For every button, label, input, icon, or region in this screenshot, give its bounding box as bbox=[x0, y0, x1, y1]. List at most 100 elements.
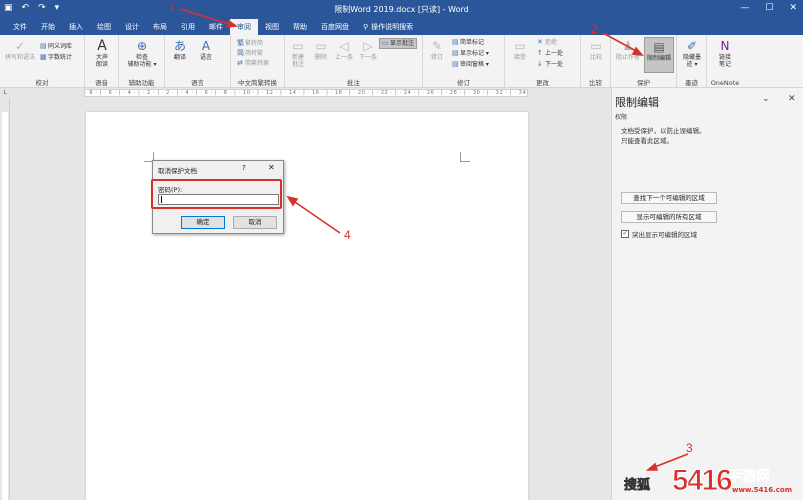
language-button[interactable]: A 语言 bbox=[195, 39, 217, 61]
highlight-regions-checkbox[interactable]: ✓ 突出显示可编辑的区域 bbox=[621, 229, 697, 239]
tab-layout[interactable]: 布局 bbox=[146, 19, 174, 35]
group-label: 更改 bbox=[536, 79, 549, 87]
restrict-editing-icon: ▤ bbox=[653, 40, 665, 54]
close-icon[interactable]: ✕ bbox=[789, 3, 797, 13]
group-chinese-conversion: 繁繁转简 简简转繁 ⇄ 简繁转换 中文简繁转换 bbox=[231, 35, 285, 88]
show-comments-button[interactable]: ▭显示批注 bbox=[379, 38, 418, 49]
tab-selector[interactable]: L bbox=[0, 88, 10, 98]
margin-marker bbox=[460, 152, 470, 162]
show-all-regions-button[interactable]: 显示可编辑的所有区域 bbox=[621, 211, 717, 223]
wordcount-button[interactable]: ▦字数统计 bbox=[40, 53, 72, 62]
tab-references[interactable]: 引用 bbox=[174, 19, 202, 35]
tell-me-search[interactable]: ⚲ 操作说明搜索 bbox=[356, 19, 420, 35]
group-label: 修订 bbox=[457, 79, 470, 87]
group-label: 语音 bbox=[95, 79, 108, 87]
accessibility-check-icon: ⊕ bbox=[136, 39, 148, 53]
linked-notes-button[interactable]: N 链接 笔记 bbox=[712, 39, 738, 68]
pane-title: 限制编辑 bbox=[615, 96, 659, 109]
minimize-icon[interactable]: — bbox=[740, 3, 749, 13]
ribbon-tabs: 文件 开始 插入 绘图 设计 布局 引用 邮件 审阅 视图 帮助 百度网盘 ⚲ 操… bbox=[0, 19, 803, 35]
protection-description: 文档受保护，以防止误编辑。 只能查看此区域。 bbox=[621, 127, 706, 145]
document-area bbox=[10, 98, 611, 500]
group-changes: ▭ 接受 ✕ 拒绝 ↑ 上一处 ↓ 下一处 更改 bbox=[505, 35, 581, 88]
lightbulb-icon: ⚲ bbox=[363, 23, 369, 31]
group-comments: ▭ 新建 批注 ▭ 删除 ◁ 上一条 ▷ 下一条 ▭显示批注 批注 bbox=[285, 35, 423, 88]
window-title: 限制Word 2019.docx [只读] - Word bbox=[334, 5, 469, 14]
watermark-name: 手游网 bbox=[728, 469, 771, 486]
compare-button[interactable]: ▭ 比较 bbox=[585, 39, 607, 61]
group-onenote: N 链接 笔记 OneNote bbox=[707, 35, 743, 88]
group-label: 校对 bbox=[35, 79, 49, 87]
to-traditional-button[interactable]: 简简转繁 bbox=[237, 49, 263, 58]
read-aloud-icon: A bbox=[97, 38, 107, 54]
highlight-label: 突出显示可编辑的区域 bbox=[632, 231, 697, 239]
tab-home[interactable]: 开始 bbox=[34, 19, 62, 35]
translate-icon: あ bbox=[173, 39, 186, 53]
prev-change-button[interactable]: ↑ 上一处 bbox=[537, 49, 563, 58]
restrict-editing-pane: 限制编辑 ⌄ ✕ 权限 文档受保护，以防止误编辑。 只能查看此区域。 查找下一个可… bbox=[611, 88, 803, 500]
spellcheck-icon: ✓ bbox=[14, 39, 26, 53]
group-compare: ▭ 比较 比较 bbox=[581, 35, 611, 88]
tab-file[interactable]: 文件 bbox=[6, 19, 34, 35]
cancel-button[interactable]: 取消 bbox=[233, 216, 277, 229]
tab-insert[interactable]: 插入 bbox=[62, 19, 90, 35]
annotation-number-2: 2 bbox=[591, 22, 598, 36]
convert-icon: ⇄ bbox=[237, 59, 243, 67]
track-changes-icon: ✎ bbox=[431, 39, 443, 53]
tell-me-label: 操作说明搜索 bbox=[371, 23, 414, 31]
next-comment-button[interactable]: ▷ 下一条 bbox=[356, 39, 380, 61]
track-changes-button[interactable]: ✎ 修订 bbox=[426, 39, 448, 61]
group-ink: ✐ 隐藏墨迹 ▾ 墨迹 bbox=[677, 35, 707, 88]
read-aloud-button[interactable]: A 大声 朗读 bbox=[89, 39, 115, 68]
help-icon[interactable]: ? bbox=[242, 164, 246, 172]
ok-button[interactable]: 确定 bbox=[181, 216, 225, 229]
close-icon[interactable]: ✕ bbox=[268, 163, 275, 172]
watermark-prefix: 搜狐 bbox=[624, 478, 651, 494]
annotation-number-3: 3 bbox=[686, 441, 693, 455]
vertical-ruler-scale[interactable] bbox=[2, 112, 8, 500]
prev-comment-button[interactable]: ◁ 上一条 bbox=[332, 39, 356, 61]
hide-ink-button[interactable]: ✐ 隐藏墨迹 ▾ bbox=[679, 39, 705, 68]
checkbox-icon[interactable]: ✓ bbox=[621, 230, 629, 238]
tab-view[interactable]: 视图 bbox=[258, 19, 286, 35]
vertical-ruler bbox=[0, 98, 10, 500]
tab-mailings[interactable]: 邮件 bbox=[202, 19, 230, 35]
group-label: 批注 bbox=[347, 79, 360, 87]
tab-design[interactable]: 设计 bbox=[118, 19, 146, 35]
delete-comment-button[interactable]: ▭ 删除 bbox=[311, 39, 331, 61]
show-markup-button[interactable]: ▤显示标记 ▾ bbox=[452, 49, 489, 58]
next-change-button[interactable]: ↓ 下一处 bbox=[537, 60, 563, 69]
ruler-scale[interactable]: · 8 · | · 6 · | · 4 · | · 2 · | · 2 · | … bbox=[84, 89, 528, 97]
annotation-number-4: 4 bbox=[344, 228, 351, 242]
block-authors-button[interactable]: ♟ 阻止作者 bbox=[613, 39, 643, 61]
show-markup-icon: ▤ bbox=[452, 49, 459, 57]
close-icon[interactable]: ✕ bbox=[788, 94, 796, 104]
to-simplified-button[interactable]: 繁繁转简 bbox=[237, 39, 263, 48]
reject-button[interactable]: ✕ 拒绝 bbox=[537, 38, 557, 47]
group-language: あ翻译 A 语言 语言 bbox=[165, 35, 231, 88]
horizontal-ruler: L · 8 · | · 6 · | · 4 · | · 2 · | · 2 · … bbox=[0, 88, 611, 98]
translate-button[interactable]: あ翻译 bbox=[169, 39, 191, 61]
thesaurus-button[interactable]: ▤同义词库 bbox=[40, 42, 72, 51]
chevron-down-icon[interactable]: ⌄ bbox=[762, 94, 770, 104]
spelling-button[interactable]: ✓ 拼写和语法 bbox=[3, 39, 37, 61]
book-icon: ▤ bbox=[40, 42, 47, 50]
tab-draw[interactable]: 绘图 bbox=[90, 19, 118, 35]
annotation-highlight-box bbox=[151, 179, 282, 209]
restrict-editing-button[interactable]: ▤ 限制编辑 bbox=[644, 37, 674, 73]
review-pane-button[interactable]: ▤审阅窗格 ▾ bbox=[452, 60, 489, 69]
delete-comment-icon: ▭ bbox=[315, 39, 327, 53]
tab-help[interactable]: 帮助 bbox=[286, 19, 314, 35]
tab-review[interactable]: 审阅 bbox=[230, 19, 258, 35]
title-bar: ▣ ↶ ↷ ▾ 限制Word 2019.docx [只读] - Word — ☐… bbox=[0, 0, 803, 19]
new-comment-button[interactable]: ▭ 新建 批注 bbox=[287, 39, 309, 68]
accept-button[interactable]: ▭ 接受 bbox=[509, 39, 531, 61]
check-accessibility-button[interactable]: ⊕ 检查 辅助功能 ▾ bbox=[121, 39, 163, 68]
compare-icon: ▭ bbox=[590, 39, 602, 53]
watermark-logo: 5416 bbox=[672, 464, 734, 498]
chinese-convert-button[interactable]: ⇄ 简繁转换 bbox=[237, 59, 269, 68]
find-next-region-button[interactable]: 查找下一个可编辑的区域 bbox=[621, 192, 717, 204]
tab-baidu[interactable]: 百度网盘 bbox=[314, 19, 356, 35]
maximize-icon[interactable]: ☐ bbox=[765, 3, 773, 13]
markup-dropdown[interactable]: ▤简单标记 bbox=[452, 38, 484, 47]
